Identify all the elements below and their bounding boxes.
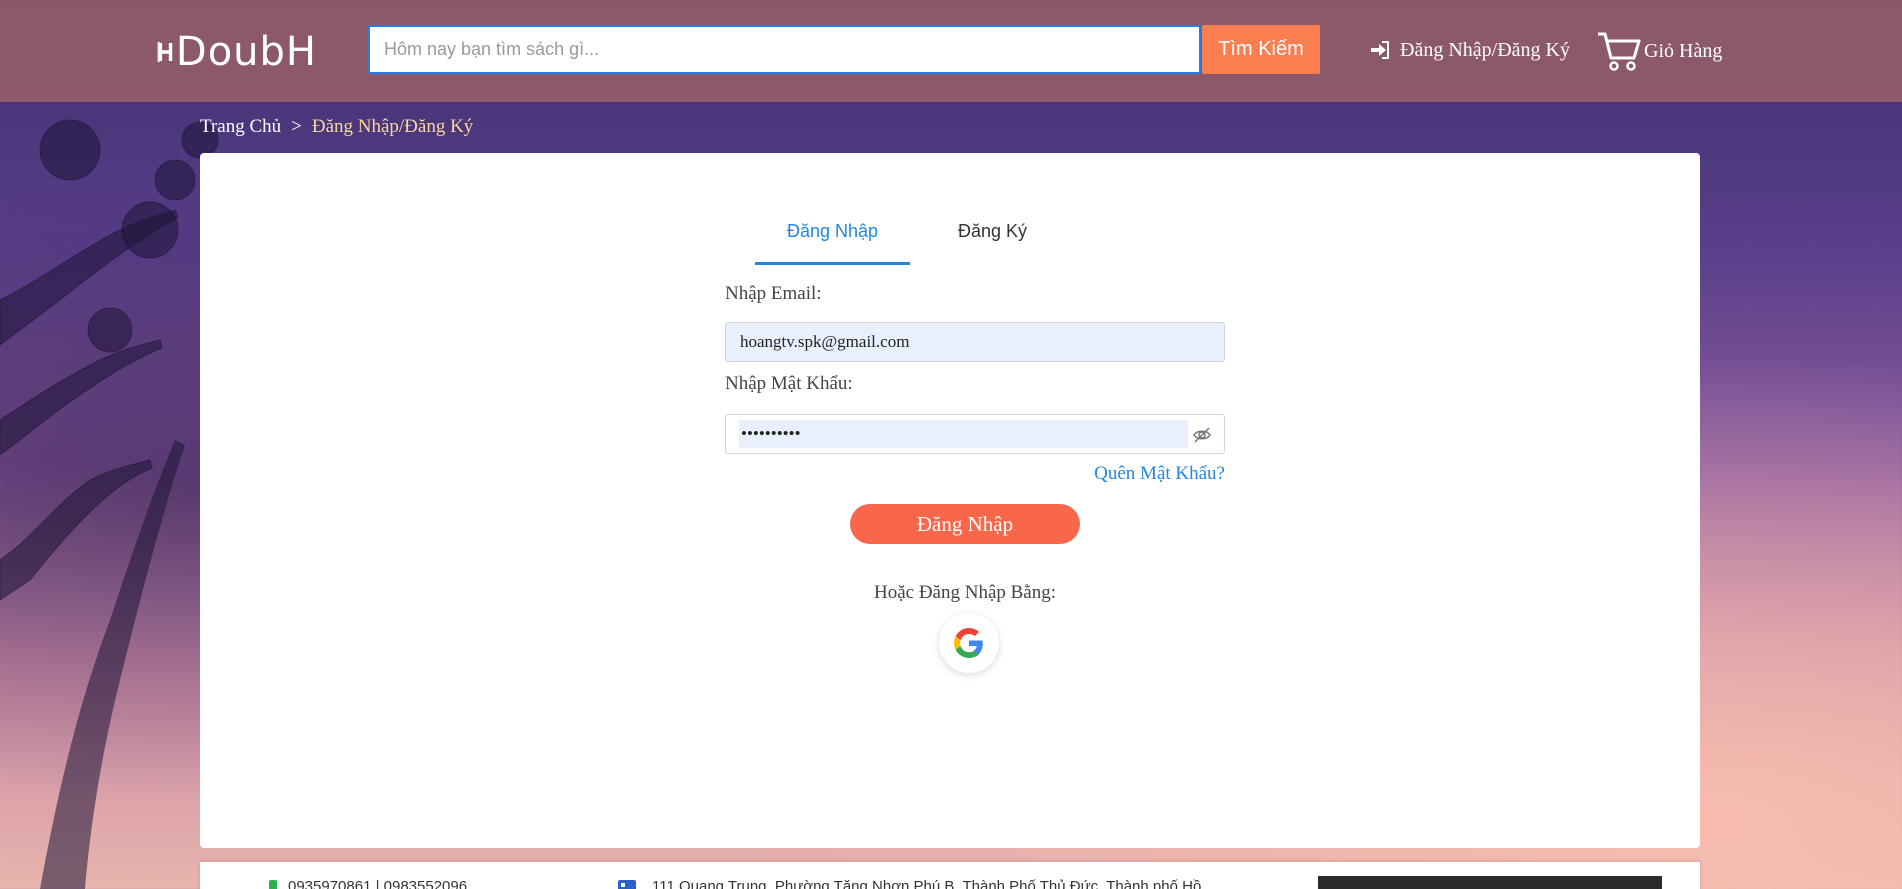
breadcrumb-current: Đăng Nhập/Đăng Ký: [311, 116, 474, 137]
login-register-label: Đăng Nhập/Đăng Ký: [1400, 38, 1570, 61]
logo-h-icon: [157, 41, 173, 63]
email-label: Nhập Email:: [725, 283, 822, 304]
forgot-password-link[interactable]: Quên Mật Khẩu?: [1094, 463, 1225, 485]
site-footer: 0935970861 | 0983552096 111 Quang Trung,…: [200, 862, 1700, 889]
login-register-link[interactable]: Đăng Nhập/Đăng Ký: [1370, 36, 1570, 64]
site-logo[interactable]: DoubH: [157, 30, 317, 74]
breadcrumb-separator: >: [291, 116, 302, 137]
password-label: Nhập Mật Khẩu:: [725, 373, 853, 394]
logo-text: DoubH: [175, 29, 317, 75]
alt-login-label: Hoặc Đăng Nhập Bằng:: [873, 582, 1057, 603]
tab-register[interactable]: Đăng Ký: [915, 217, 1070, 265]
footer-map-thumbnail[interactable]: [1318, 876, 1662, 889]
google-icon: [954, 628, 983, 658]
address-card-icon: [618, 879, 636, 889]
google-login-button[interactable]: [939, 613, 999, 673]
phone-icon: [269, 879, 277, 889]
login-submit-button[interactable]: Đăng Nhập: [850, 504, 1080, 544]
footer-phone: 0935970861 | 0983552096: [268, 878, 467, 889]
footer-address: 111 Quang Trung, Phường Tăng Nhơn Phú B,…: [618, 878, 1201, 889]
search-button[interactable]: Tìm Kiếm: [1202, 25, 1320, 74]
breadcrumb: Trang Chủ > Đăng Nhập/Đăng Ký: [200, 116, 473, 138]
email-field[interactable]: [725, 322, 1225, 362]
cart-icon: [1598, 32, 1641, 71]
password-field-wrapper: [725, 414, 1225, 454]
tab-login[interactable]: Đăng Nhập: [755, 217, 910, 265]
eye-slash-icon[interactable]: [1192, 425, 1212, 445]
search-input[interactable]: [368, 25, 1201, 74]
login-card: Đăng Nhập Đăng Ký Nhập Email: Nhập Mật K…: [200, 153, 1700, 848]
password-field[interactable]: [739, 420, 1188, 448]
cart-link[interactable]: Giỏ Hàng: [1596, 30, 1722, 72]
footer-phone-text: 0935970861 | 0983552096: [288, 878, 468, 889]
auth-tabs: Đăng Nhập Đăng Ký: [755, 217, 1105, 265]
site-header: DoubH Tìm Kiếm Đăng Nhập/Đăng Ký Giỏ Hàn…: [0, 0, 1902, 102]
breadcrumb-home[interactable]: Trang Chủ: [200, 116, 281, 138]
cart-label: Giỏ Hàng: [1644, 39, 1723, 62]
footer-address-text: 111 Quang Trung, Phường Tăng Nhơn Phú B,…: [652, 878, 1202, 889]
sign-in-icon: [1371, 41, 1389, 59]
